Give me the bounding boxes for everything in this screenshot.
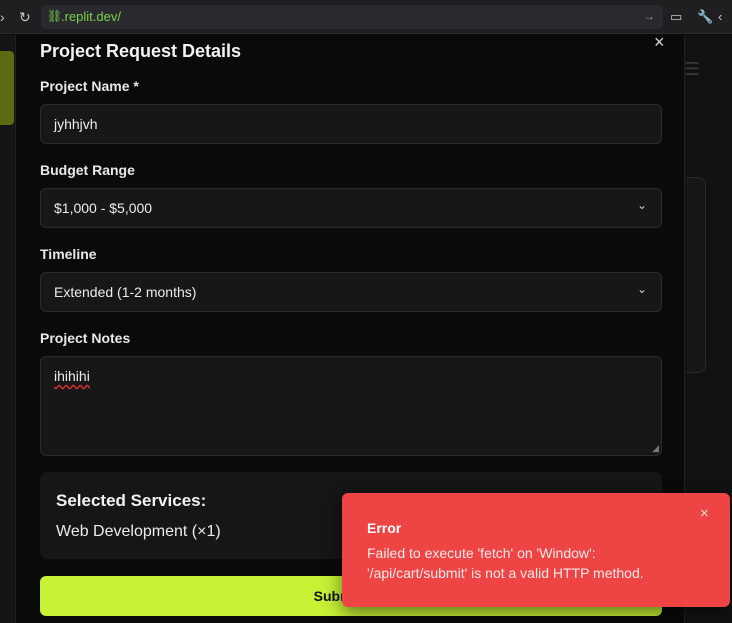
- link-icon: ⛓: [47, 9, 63, 23]
- project-notes-label: Project Notes: [40, 330, 131, 346]
- chevron-down-icon: ⌄: [636, 198, 647, 212]
- browser-toolbar: › ↻ ⛓ .replit.dev/ → ▭ 🔧 ‹: [0, 0, 732, 34]
- close-icon[interactable]: ×: [700, 505, 709, 522]
- project-name-value: jyhhjvh: [54, 116, 98, 132]
- budget-range-label: Budget Range: [40, 162, 135, 178]
- project-name-label: Project Name *: [40, 78, 139, 94]
- selected-services-title: Selected Services:: [56, 491, 207, 510]
- chevron-down-icon: ⌄: [636, 282, 647, 296]
- arrow-right-icon[interactable]: →: [643, 9, 655, 23]
- modal-title: Project Request Details: [40, 41, 242, 61]
- project-notes-textarea[interactable]: ihihihi ◢: [40, 356, 662, 456]
- address-bar[interactable]: ⛓ .replit.dev/ →: [41, 5, 663, 29]
- toast-title: Error: [367, 520, 402, 536]
- toast-message: Failed to execute 'fetch' on 'Window': '…: [367, 545, 644, 581]
- reload-icon[interactable]: ↻: [19, 8, 31, 26]
- wrench-icon[interactable]: 🔧: [697, 9, 713, 25]
- selected-service-item: Web Development (×1): [56, 523, 221, 540]
- close-icon[interactable]: ×: [654, 32, 665, 53]
- resize-handle-icon[interactable]: ◢: [652, 443, 659, 454]
- error-toast: Error Failed to execute 'fetch' on 'Wind…: [342, 493, 730, 607]
- timeline-select[interactable]: Extended (1-2 months) ⌄: [40, 272, 662, 312]
- monitor-icon[interactable]: ▭: [670, 9, 682, 25]
- budget-range-value: $1,000 - $5,000: [54, 200, 153, 216]
- hamburger-menu-icon: ☰: [684, 59, 701, 79]
- timeline-label: Timeline: [40, 246, 97, 262]
- budget-range-select[interactable]: $1,000 - $5,000 ⌄: [40, 188, 662, 228]
- chevron-right-icon[interactable]: ›: [0, 8, 5, 26]
- project-name-input[interactable]: jyhhjvh: [40, 104, 662, 144]
- code-icon[interactable]: ‹: [718, 9, 722, 25]
- timeline-value: Extended (1-2 months): [54, 284, 197, 300]
- background-card: [686, 177, 706, 373]
- url-text: .replit.dev/: [61, 9, 121, 24]
- project-notes-value: ihihihi: [54, 368, 90, 384]
- background-accent-block: [0, 51, 14, 125]
